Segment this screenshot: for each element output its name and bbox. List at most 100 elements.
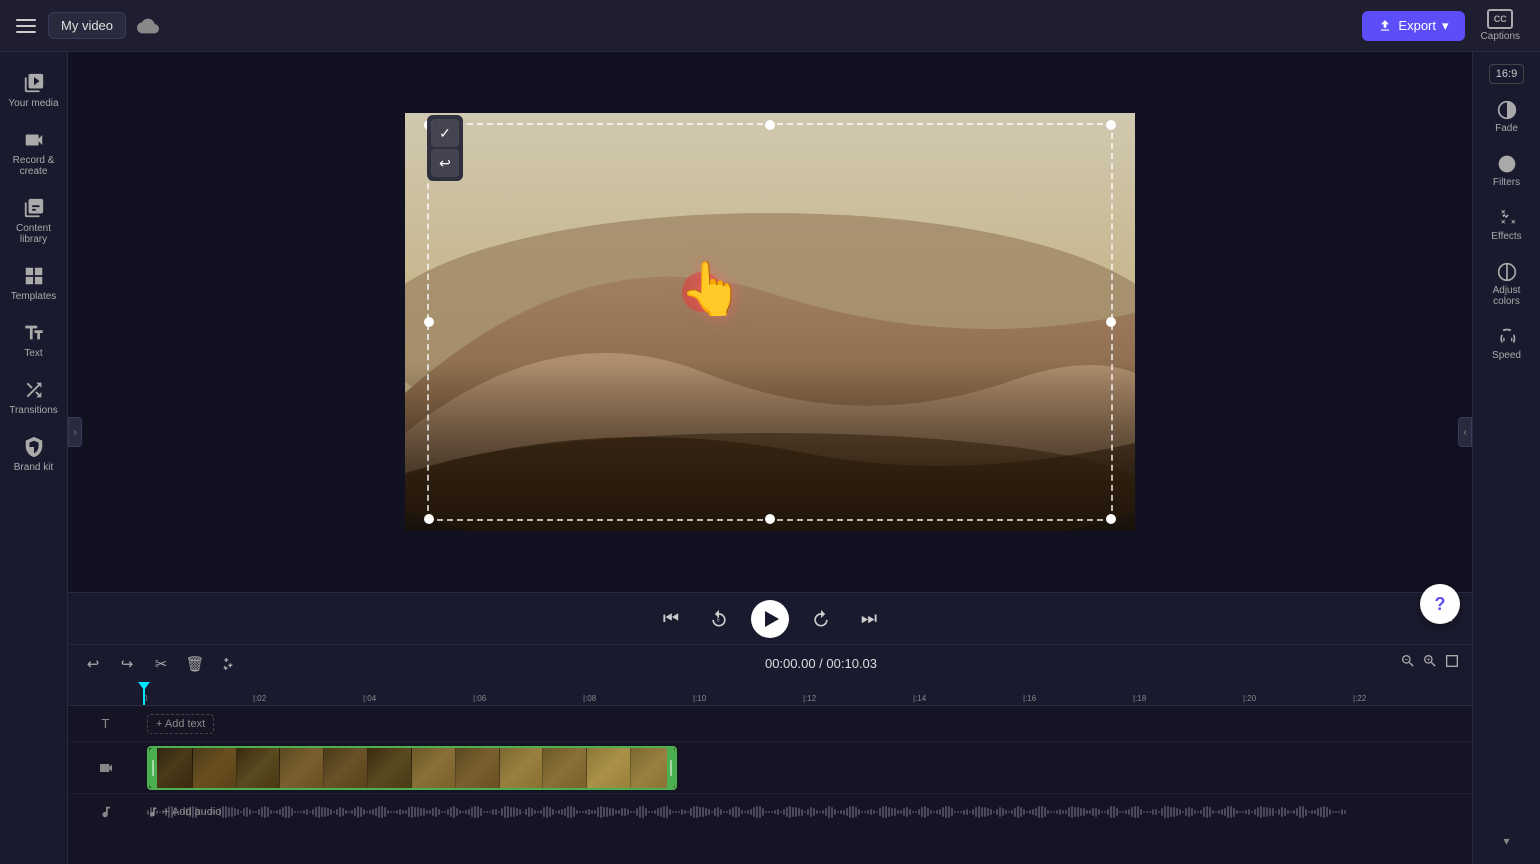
- play-button[interactable]: [751, 600, 789, 638]
- speed-label: Speed: [1492, 350, 1521, 361]
- add-audio-label[interactable]: + Add audio: [147, 806, 221, 818]
- skip-forward-button[interactable]: ⏭: [853, 603, 885, 635]
- video-track-label: [68, 760, 143, 776]
- fade-label: Fade: [1495, 123, 1518, 134]
- cut-button[interactable]: ✂: [148, 651, 174, 677]
- expand-timeline-button[interactable]: [1444, 653, 1460, 674]
- clip-frame-6: [368, 748, 412, 788]
- right-sidebar-chevron-down[interactable]: ▾: [1495, 826, 1517, 856]
- play-icon: [765, 611, 779, 627]
- clip-handle-left[interactable]: [149, 748, 157, 788]
- text-track-content: + Add text: [143, 706, 1472, 741]
- sidebar-item-content-library[interactable]: Content library: [4, 189, 64, 253]
- center-area: ✓ ↩ 👆 ⏮ 5 ⏭: [68, 52, 1472, 864]
- text-track-label: T: [68, 716, 143, 731]
- clip-handle-right[interactable]: [667, 748, 675, 788]
- cloud-save-icon[interactable]: [134, 12, 162, 40]
- right-tool-filters[interactable]: Filters: [1476, 146, 1538, 196]
- sidebar-label-text: Text: [24, 348, 42, 359]
- captions-button[interactable]: CC Captions: [1473, 5, 1528, 46]
- floating-toolbar: ✓ ↩: [427, 115, 463, 181]
- clip-frame-7: [412, 748, 456, 788]
- sidebar-label-content-library: Content library: [8, 223, 60, 245]
- help-button[interactable]: ?: [1420, 584, 1460, 624]
- forward-button[interactable]: [805, 603, 837, 635]
- playback-bar: ⏮ 5 ⏭: [68, 592, 1472, 644]
- video-clip[interactable]: [147, 746, 677, 790]
- clip-frame-2: [193, 748, 237, 788]
- adjust-colors-label: Adjust colors: [1480, 285, 1534, 307]
- timeline-area: ↩ ↪ ✂ 🗑 00:00.00 / 00:10.03: [68, 644, 1472, 864]
- left-sidebar: Your media Record & create Content libra…: [0, 52, 68, 864]
- audio-track-label: [68, 805, 143, 819]
- skip-back-button[interactable]: ⏮: [655, 603, 687, 635]
- clip-frame-9: [500, 748, 544, 788]
- sidebar-label-your-media: Your media: [8, 98, 58, 109]
- main-area: Your media Record & create Content libra…: [0, 52, 1540, 864]
- clip-frame-11: [587, 748, 631, 788]
- sidebar-item-brand-kit[interactable]: Brand kit: [4, 428, 64, 481]
- collapse-right-button[interactable]: ‹: [1458, 417, 1472, 447]
- redo-button[interactable]: ↪: [114, 651, 140, 677]
- video-track-row: [68, 742, 1472, 794]
- sidebar-item-your-media[interactable]: Your media: [4, 64, 64, 117]
- sidebar-item-templates[interactable]: Templates: [4, 257, 64, 310]
- clip-frame-5: [324, 748, 368, 788]
- sidebar-item-text[interactable]: Text: [4, 314, 64, 367]
- desert-scene-svg: [405, 113, 1135, 531]
- svg-text:5: 5: [717, 617, 720, 623]
- timeline-toolbar: ↩ ↪ ✂ 🗑 00:00.00 / 00:10.03: [68, 644, 1472, 682]
- video-background: [405, 113, 1135, 531]
- clip-frame-4: [280, 748, 324, 788]
- video-track-content: [143, 744, 1472, 792]
- clip-frame-8: [456, 748, 500, 788]
- video-canvas[interactable]: ✓ ↩ 👆: [405, 113, 1135, 531]
- preview-area: ✓ ↩ 👆: [68, 52, 1472, 592]
- text-track-row: T + Add text: [68, 706, 1472, 742]
- undo-transform-button[interactable]: ↩: [431, 149, 459, 177]
- timeline-time-display: 00:00.00 / 00:10.03: [250, 656, 1392, 671]
- split-button[interactable]: [216, 651, 242, 677]
- right-tool-fade[interactable]: Fade: [1476, 92, 1538, 142]
- zoom-in-button[interactable]: [1422, 653, 1438, 674]
- right-tool-speed[interactable]: Speed: [1476, 319, 1538, 369]
- clip-frame-10: [543, 748, 587, 788]
- aspect-ratio-button[interactable]: 16:9: [1489, 64, 1524, 84]
- audio-waveform: + Add audio document.write(Array.from({l…: [143, 796, 1472, 828]
- sidebar-label-transitions: Transitions: [9, 405, 58, 416]
- captions-label: Captions: [1481, 31, 1520, 42]
- project-title[interactable]: My video: [48, 12, 126, 39]
- delete-button[interactable]: 🗑: [182, 651, 208, 677]
- confirm-button[interactable]: ✓: [431, 119, 459, 147]
- rewind-button[interactable]: 5: [703, 603, 735, 635]
- timeline-zoom-controls: [1400, 653, 1460, 674]
- sidebar-item-record-create[interactable]: Record & create: [4, 121, 64, 185]
- timeline-tracks: T + Add text: [68, 706, 1472, 864]
- right-sidebar: 16:9 Fade Filters Effects Adjust colors …: [1472, 52, 1540, 864]
- audio-track-row: + Add audio document.write(Array.from({l…: [68, 794, 1472, 830]
- text-track-icon: T: [102, 716, 110, 731]
- right-tool-adjust-colors[interactable]: Adjust colors: [1476, 254, 1538, 315]
- effects-label: Effects: [1491, 231, 1521, 242]
- timeline-ruler: | 0 |:02 |:04 |:06 |:08 |:10 |:12 |:14 |…: [68, 682, 1472, 706]
- right-tool-effects[interactable]: Effects: [1476, 200, 1538, 250]
- add-text-button[interactable]: + Add text: [147, 714, 214, 734]
- collapse-left-button[interactable]: ›: [68, 417, 82, 447]
- sidebar-item-transitions[interactable]: Transitions: [4, 371, 64, 424]
- export-button[interactable]: Export ▾: [1362, 11, 1464, 41]
- topbar: My video Export ▾ CC Captions: [0, 0, 1540, 52]
- sidebar-label-record: Record & create: [8, 155, 60, 177]
- timeline-playhead[interactable]: [143, 682, 145, 705]
- undo-button[interactable]: ↩: [80, 651, 106, 677]
- export-chevron: ▾: [1442, 18, 1449, 34]
- cc-icon: CC: [1487, 9, 1513, 29]
- playhead-indicator: [138, 682, 150, 690]
- filters-label: Filters: [1493, 177, 1520, 188]
- export-label: Export: [1398, 18, 1436, 33]
- clip-frame-3: [237, 748, 281, 788]
- menu-button[interactable]: [12, 12, 40, 40]
- zoom-out-button[interactable]: [1400, 653, 1416, 674]
- sidebar-label-brand-kit: Brand kit: [14, 462, 53, 473]
- sidebar-label-templates: Templates: [11, 291, 57, 302]
- audio-track-content: + Add audio document.write(Array.from({l…: [143, 796, 1472, 828]
